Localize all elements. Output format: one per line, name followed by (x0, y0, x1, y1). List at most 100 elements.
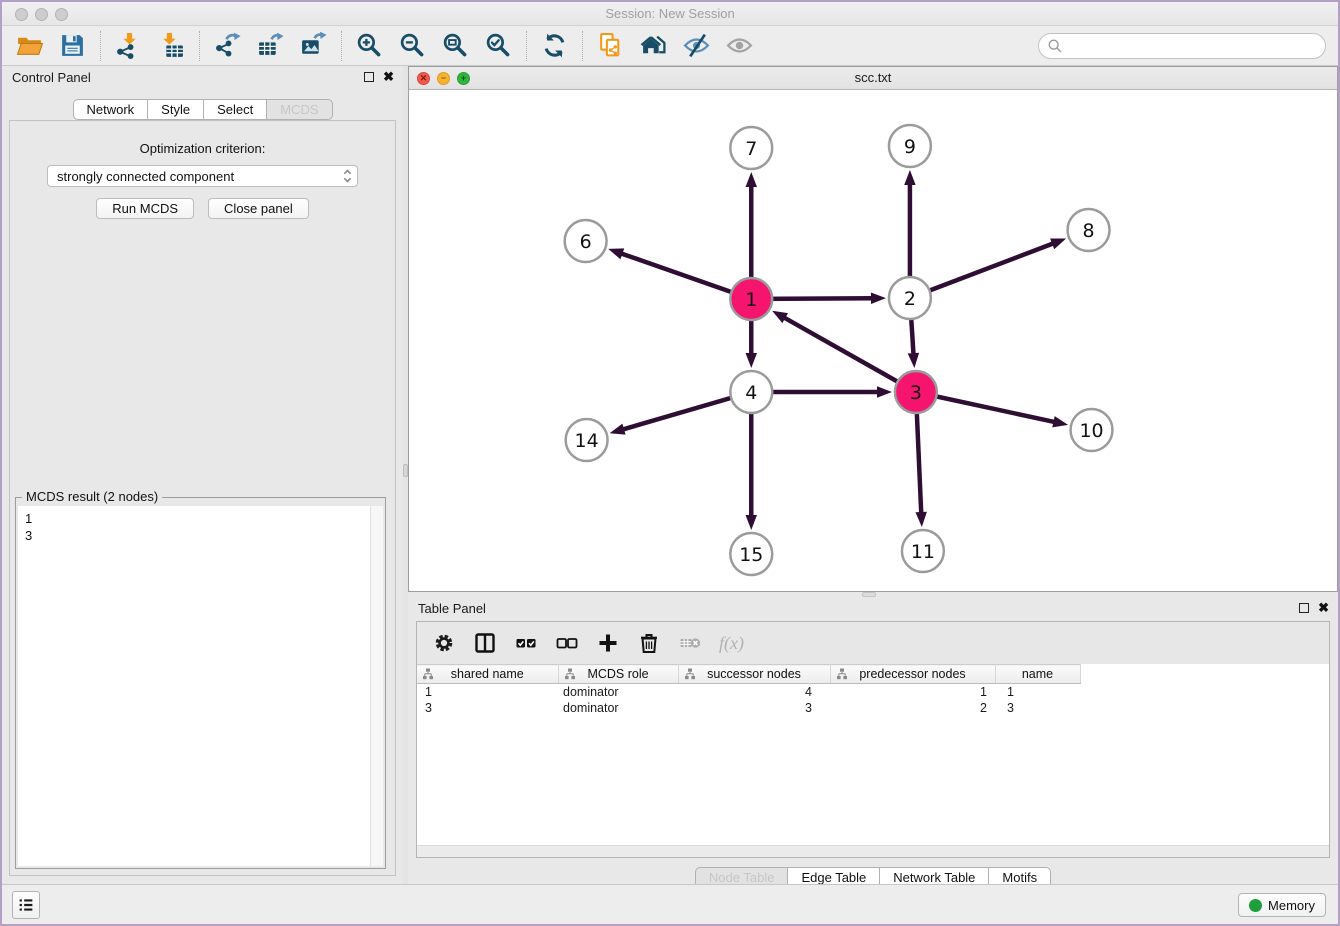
delete-rows-icon[interactable] (637, 631, 661, 655)
close-network-icon[interactable]: ✕ (417, 72, 430, 85)
cell-predecessor-nodes[interactable]: 1 (830, 684, 995, 700)
export-table-icon[interactable] (249, 30, 292, 62)
svg-text:2: 2 (904, 288, 916, 310)
cell-mcds-role[interactable]: dominator (558, 700, 678, 716)
edge-2-8[interactable] (910, 238, 1066, 298)
graph-node-11[interactable]: 11 (902, 530, 944, 572)
hide-selected-icon[interactable] (675, 30, 718, 62)
show-all-icon[interactable] (718, 30, 761, 62)
table-row[interactable]: 1dominator411 (417, 684, 1080, 700)
mcds-result-scrollbar[interactable] (370, 506, 383, 866)
search-icon (1047, 38, 1063, 54)
select-all-icon[interactable] (514, 631, 538, 655)
deselect-all-icon[interactable] (555, 631, 579, 655)
svg-text:7: 7 (745, 138, 757, 160)
node-table: shared nameMCDS rolesuccessor nodesprede… (417, 664, 1081, 716)
svg-text:14: 14 (575, 430, 599, 452)
column-tree-icon (836, 668, 848, 680)
graph-node-14[interactable]: 14 (566, 419, 608, 461)
task-history-button[interactable] (12, 891, 40, 919)
graph-node-8[interactable]: 8 (1068, 209, 1110, 251)
memory-button[interactable]: Memory (1238, 893, 1326, 917)
graph-node-6[interactable]: 6 (565, 220, 607, 262)
settings-icon[interactable] (432, 631, 456, 655)
graph-node-1[interactable]: 1 (730, 278, 772, 320)
table-panel: Table Panel ✖ f(x) shared nameMCDS roles… (408, 597, 1338, 888)
mcds-result-line: 3 (18, 527, 383, 544)
graph-node-9[interactable]: 9 (889, 125, 931, 167)
first-neighbors-icon[interactable] (632, 30, 675, 62)
mcds-result-group: MCDS result (2 nodes) 13 (15, 497, 386, 869)
edge-1-6[interactable] (608, 248, 751, 299)
import-network-icon[interactable] (107, 30, 150, 62)
table-hscrollbar[interactable] (417, 845, 1329, 857)
column-header-predecessor-nodes[interactable]: predecessor nodes (830, 665, 995, 684)
graph-node-10[interactable]: 10 (1071, 409, 1113, 451)
graph-node-15[interactable]: 15 (730, 533, 772, 575)
export-image-icon[interactable] (292, 30, 335, 62)
apply-layout-icon[interactable] (533, 30, 576, 62)
column-header-name[interactable]: name (995, 665, 1080, 684)
status-bar: Memory (2, 884, 1338, 924)
close-table-panel-icon[interactable]: ✖ (1318, 602, 1329, 614)
zoom-selected-icon[interactable] (477, 30, 520, 62)
run-mcds-button[interactable]: Run MCDS (96, 198, 194, 219)
tab-select[interactable]: Select (203, 99, 266, 120)
tab-mcds[interactable]: MCDS (266, 99, 332, 120)
zoom-window-icon[interactable] (55, 8, 68, 21)
column-header-mcds-role[interactable]: MCDS role (558, 665, 678, 684)
tab-network[interactable]: Network (72, 99, 147, 120)
svg-text:15: 15 (739, 544, 763, 566)
zoom-in-icon[interactable] (348, 30, 391, 62)
close-panel-icon[interactable]: ✖ (383, 71, 394, 83)
maximize-network-icon[interactable]: + (457, 72, 470, 85)
minimize-window-icon[interactable] (35, 8, 48, 21)
cell-successor-nodes[interactable]: 3 (678, 700, 830, 716)
search-box[interactable] (1038, 33, 1326, 59)
graph-node-7[interactable]: 7 (730, 127, 772, 169)
cell-name[interactable]: 3 (995, 700, 1080, 716)
minimize-network-icon[interactable]: − (437, 72, 450, 85)
float-panel-icon[interactable] (364, 72, 374, 82)
graph-node-3[interactable]: 3 (895, 371, 937, 413)
export-network-icon[interactable] (206, 30, 249, 62)
import-table-icon[interactable] (150, 30, 193, 62)
table-row[interactable]: 3dominator323 (417, 700, 1080, 716)
criterion-dropdown[interactable]: strongly connected component (47, 165, 358, 187)
float-table-panel-icon[interactable] (1299, 603, 1309, 613)
edge-3-10[interactable] (916, 392, 1068, 427)
network-canvas[interactable]: 7 9 6 8 1 2 4 3 14 10 15 11 (409, 90, 1337, 591)
close-panel-button[interactable]: Close panel (208, 198, 309, 219)
mcds-panel: Optimization criterion: strongly connect… (9, 120, 396, 876)
add-row-icon[interactable] (596, 631, 620, 655)
function-builder-label: f(x) (719, 633, 744, 654)
save-session-icon[interactable] (51, 30, 94, 62)
cell-name[interactable]: 1 (995, 684, 1080, 700)
tab-style[interactable]: Style (147, 99, 203, 120)
edge-3-1[interactable] (772, 311, 916, 392)
close-window-icon[interactable] (15, 8, 28, 21)
zoom-fit-icon[interactable] (434, 30, 477, 62)
column-header-shared-name[interactable]: shared name (417, 665, 558, 684)
network-window-titlebar[interactable]: ✕ − + scc.txt (409, 67, 1337, 90)
column-header-successor-nodes[interactable]: successor nodes (678, 665, 830, 684)
mcds-result-title: MCDS result (2 nodes) (22, 489, 162, 504)
copy-network-icon[interactable] (589, 30, 632, 62)
app-title: Session: New Session (2, 2, 1338, 26)
column-tree-icon (684, 668, 696, 680)
cell-mcds-role[interactable]: dominator (558, 684, 678, 700)
cell-shared-name[interactable]: 3 (417, 700, 558, 716)
zoom-out-icon[interactable] (391, 30, 434, 62)
table-panel-buttons: ✖ (1299, 602, 1329, 614)
cell-shared-name[interactable]: 1 (417, 684, 558, 700)
toolbar-separator (199, 31, 200, 61)
open-session-icon[interactable] (8, 30, 51, 62)
cell-predecessor-nodes[interactable]: 2 (830, 700, 995, 716)
search-input[interactable] (1063, 38, 1317, 53)
mcds-result-text[interactable]: 13 (18, 506, 383, 866)
graph-node-2[interactable]: 2 (889, 277, 931, 319)
columns-icon[interactable] (473, 631, 497, 655)
dropdown-stepper-icon (342, 167, 353, 185)
cell-successor-nodes[interactable]: 4 (678, 684, 830, 700)
graph-node-4[interactable]: 4 (730, 371, 772, 413)
